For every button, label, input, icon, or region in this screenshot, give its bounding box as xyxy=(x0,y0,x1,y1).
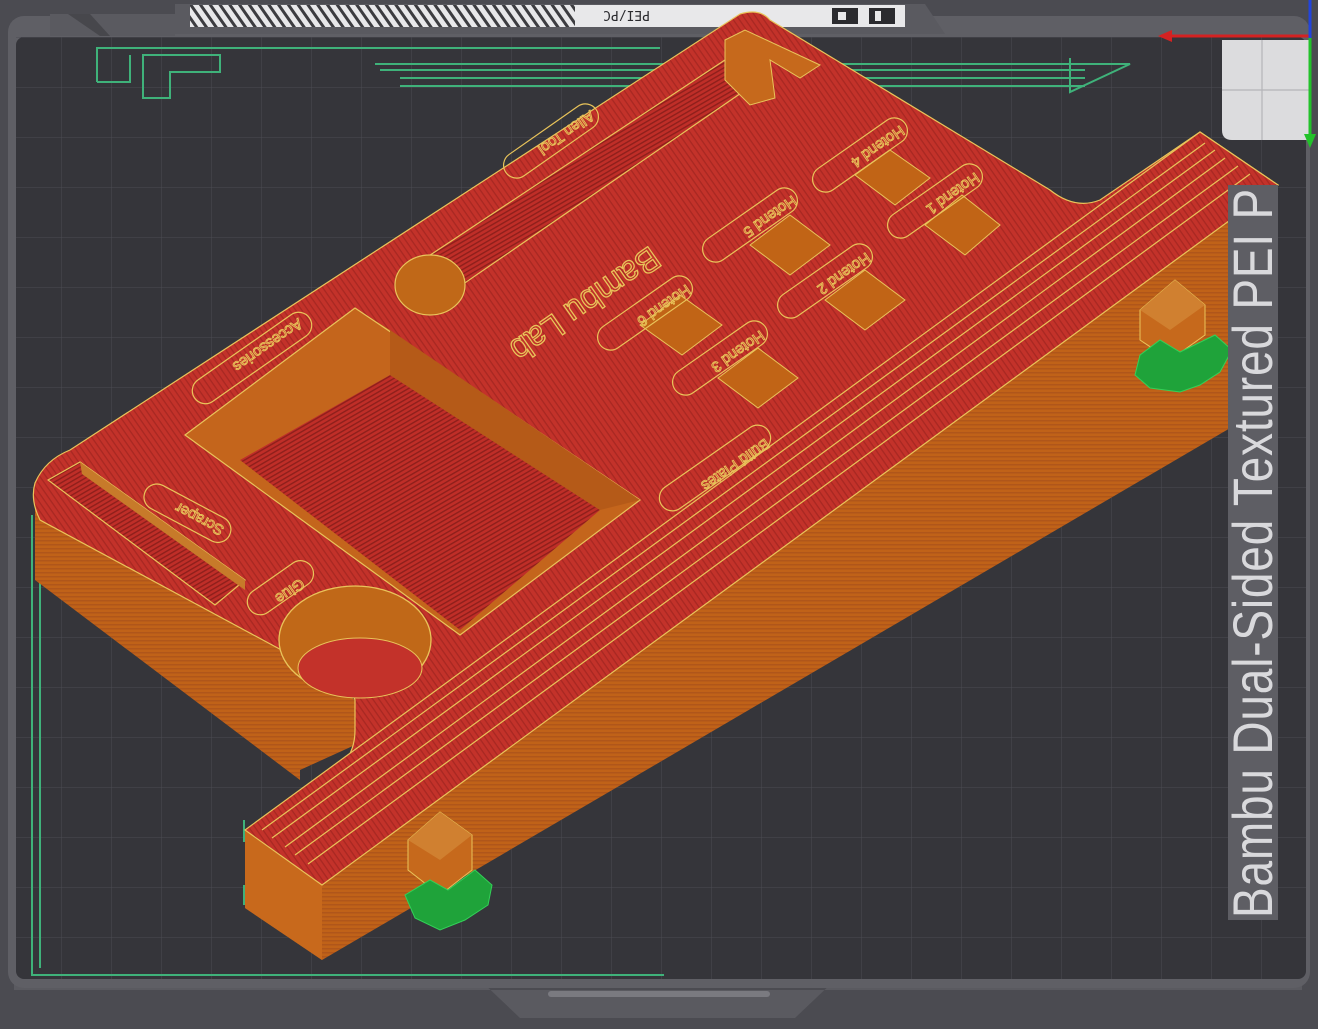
view-cube[interactable] xyxy=(1222,40,1310,140)
plate-name-text: Bambu Dual-Sided Textured PEI P xyxy=(1221,188,1284,918)
plate-bottom-handle xyxy=(548,991,770,997)
3d-viewport[interactable]: PEI/PC Scraper Glue Accessories Allen To… xyxy=(0,0,1318,1029)
plate-pattern-text: PEI/PC xyxy=(603,7,650,22)
allen-tool-hole xyxy=(394,254,466,316)
glue-hole-floor xyxy=(297,637,423,699)
plate-tab-left xyxy=(50,14,175,36)
plate-name-label: Bambu Dual-Sided Textured PEI P xyxy=(1221,185,1284,920)
plate-pattern-strip: PEI/PC xyxy=(175,4,945,34)
